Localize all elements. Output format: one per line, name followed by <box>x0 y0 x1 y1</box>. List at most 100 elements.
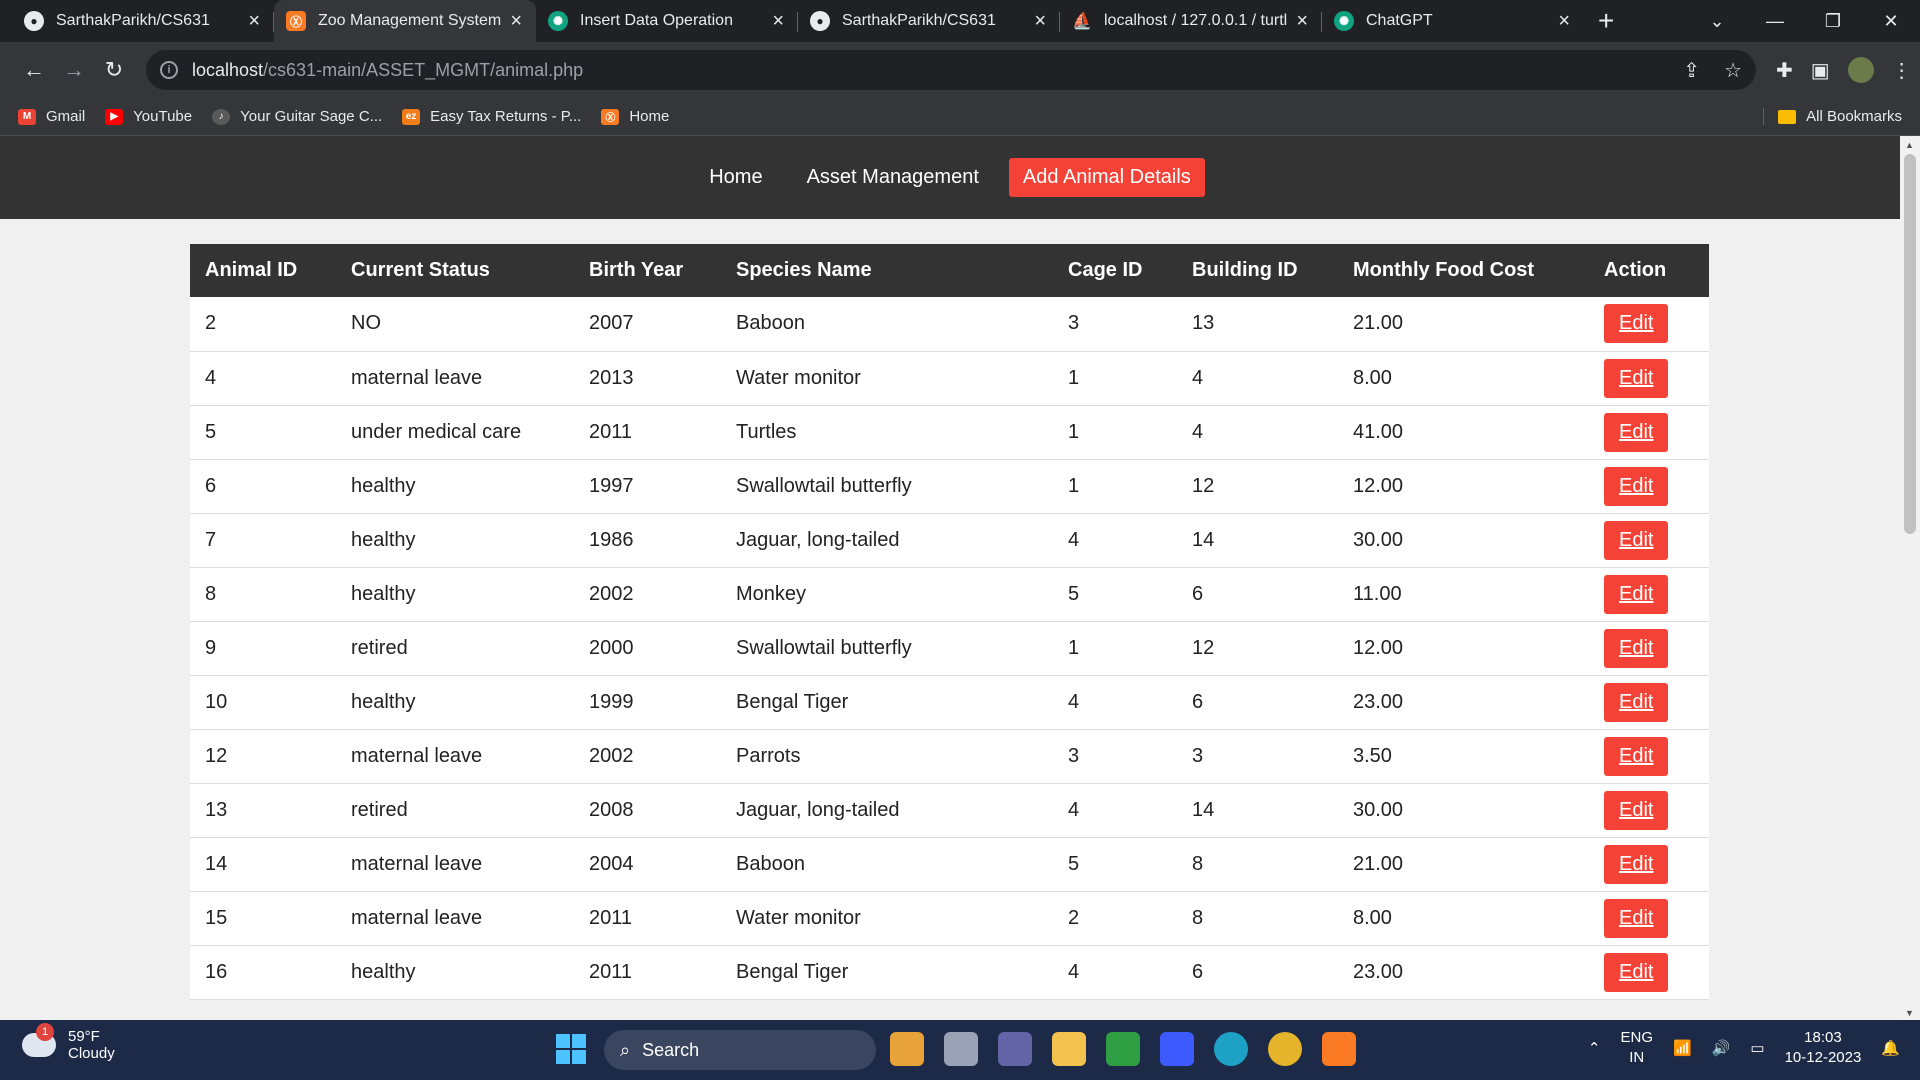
task-view-icon[interactable] <box>944 1032 978 1066</box>
restore-icon[interactable]: ❐ <box>1804 11 1862 32</box>
edit-button[interactable]: Edit <box>1604 898 1669 938</box>
column-header: Current Status <box>336 244 574 297</box>
scroll-up-icon[interactable]: ▲ <box>1905 140 1914 150</box>
clock-time: 18:03 <box>1804 1029 1842 1046</box>
page-scrollbar[interactable]: ▲ ▼ <box>1900 136 1920 1020</box>
browser-tab[interactable]: ● SarthakParikh/CS631 × <box>798 0 1060 42</box>
bookmark-home[interactable]: Ⓧ Home <box>601 108 669 125</box>
all-bookmarks[interactable]: All Bookmarks <box>1763 108 1902 125</box>
teams-chat-icon[interactable] <box>998 1032 1032 1066</box>
cell-building: 8 <box>1177 891 1338 946</box>
windows-start-icon[interactable] <box>556 1034 586 1064</box>
github-icon: ● <box>24 11 44 31</box>
cell-status: under medical care <box>336 405 574 460</box>
tray-chevron-icon[interactable]: ⌃ <box>1588 1039 1601 1057</box>
side-panel-icon[interactable]: ▣ <box>1811 58 1830 83</box>
tab-search-icon[interactable]: ⌄ <box>1688 11 1746 32</box>
cell-species: Water monitor <box>721 351 1053 406</box>
minimize-icon[interactable]: — <box>1746 11 1804 32</box>
profile-avatar[interactable] <box>1847 57 1874 83</box>
edit-button[interactable]: Edit <box>1604 304 1669 344</box>
site-navbar: Home Asset Management Add Animal Details <box>0 136 1900 219</box>
edit-button[interactable]: Edit <box>1604 466 1669 506</box>
edit-button[interactable]: Edit <box>1604 412 1669 452</box>
share-icon[interactable]: ⇪ <box>1683 58 1700 83</box>
edit-button[interactable]: Edit <box>1604 682 1669 722</box>
taskbar-search[interactable]: ⌕ Search <box>604 1030 876 1070</box>
browser-tab[interactable]: ✺ ChatGPT × <box>1322 0 1584 42</box>
language-indicator[interactable]: ENG IN <box>1621 1028 1654 1068</box>
browser-tab[interactable]: ● SarthakParikh/CS631 × <box>12 0 274 42</box>
reload-icon[interactable]: ↻ <box>94 50 134 90</box>
nav-asset-management-link[interactable]: Asset Management <box>793 158 993 197</box>
cell-cost: 23.00 <box>1338 675 1589 730</box>
scroll-down-icon[interactable]: ▼ <box>1905 1008 1914 1018</box>
edge-icon[interactable] <box>1214 1032 1248 1066</box>
edit-button[interactable]: Edit <box>1604 520 1669 560</box>
cell-year: 2011 <box>574 945 721 1000</box>
cell-species: Bengal Tiger <box>721 945 1053 1000</box>
bookmark-guitar-sage[interactable]: ♪ Your Guitar Sage C... <box>212 108 382 125</box>
browser-tab[interactable]: ✺ Insert Data Operation × <box>536 0 798 42</box>
extensions-icon[interactable]: ✚ <box>1776 58 1793 83</box>
edit-button[interactable]: Edit <box>1604 790 1669 830</box>
bookmark-easy-tax[interactable]: ez Easy Tax Returns - P... <box>402 108 581 125</box>
notification-bell-icon[interactable]: 🔔 <box>1881 1039 1900 1057</box>
chrome-icon[interactable] <box>1268 1032 1302 1066</box>
browser-tab-active[interactable]: Ⓧ Zoo Management System × <box>274 0 536 42</box>
close-window-icon[interactable]: ✕ <box>1862 11 1920 32</box>
close-tab-icon[interactable]: × <box>1558 10 1570 33</box>
wifi-icon[interactable]: 📶 <box>1673 1039 1692 1057</box>
bookmark-youtube[interactable]: ▶ YouTube <box>105 108 192 125</box>
cell-id: 6 <box>190 459 336 514</box>
cell-cost: 3.50 <box>1338 729 1589 784</box>
system-tray: ⌃ ENG IN 📶 🔊 ▭ 18:03 10-12-2023 🔔 <box>1588 1028 1900 1068</box>
widgets-icon[interactable] <box>890 1032 924 1066</box>
table-row: 15 maternal leave 2011 Water monitor 2 8 8.00 E… <box>190 891 1709 946</box>
table-row: 6 healthy 1997 Swallowtail butterfly 1 12 12.0… <box>190 459 1709 514</box>
cell-id: 4 <box>190 351 336 406</box>
address-bar[interactable]: i localhost /cs631-main/ASSET_MGMT/anima… <box>146 50 1756 90</box>
browser-tab[interactable]: ⛵ localhost / 127.0.0.1 / turtl × <box>1060 0 1322 42</box>
forward-icon[interactable]: → <box>54 50 94 90</box>
stock-app-icon[interactable] <box>1106 1032 1140 1066</box>
cell-id: 2 <box>190 297 336 352</box>
lang-code: ENG <box>1620 1029 1654 1046</box>
table-row: 13 retired 2008 Jaguar, long-tailed 4 14 30.00… <box>190 783 1709 838</box>
edit-button[interactable]: Edit <box>1604 358 1669 398</box>
edit-button[interactable]: Edit <box>1604 952 1669 992</box>
file-explorer-icon[interactable] <box>1052 1032 1086 1066</box>
edit-button[interactable]: Edit <box>1604 628 1669 668</box>
cell-action: Edit <box>1589 891 1709 946</box>
xampp-icon[interactable] <box>1322 1032 1356 1066</box>
battery-icon[interactable]: ▭ <box>1750 1039 1764 1057</box>
menu-icon[interactable]: ⋮ <box>1892 58 1912 83</box>
column-header: Birth Year <box>574 244 721 297</box>
tab-title: ChatGPT <box>1366 12 1433 29</box>
site-info-icon[interactable]: i <box>160 61 178 79</box>
volume-icon[interactable]: 🔊 <box>1712 1039 1731 1057</box>
edit-button[interactable]: Edit <box>1604 736 1669 776</box>
back-icon[interactable]: ← <box>14 50 54 90</box>
close-tab-icon[interactable]: × <box>248 10 260 33</box>
new-tab-icon[interactable]: + <box>1598 5 1614 37</box>
cell-building: 3 <box>1177 729 1338 784</box>
nav-add-animal-link[interactable]: Add Animal Details <box>1008 158 1205 197</box>
cell-action: Edit <box>1589 837 1709 892</box>
weather-widget[interactable]: 1 59°F Cloudy <box>22 1023 115 1062</box>
close-tab-icon[interactable]: × <box>772 10 784 33</box>
edit-button[interactable]: Edit <box>1604 844 1669 884</box>
close-tab-icon[interactable]: × <box>1034 10 1046 33</box>
clock[interactable]: 18:03 10-12-2023 <box>1785 1028 1862 1068</box>
edit-button[interactable]: Edit <box>1604 574 1669 614</box>
close-tab-icon[interactable]: × <box>510 10 522 33</box>
vpn-app-icon[interactable] <box>1160 1032 1194 1066</box>
chatgpt-icon: ✺ <box>1334 11 1354 31</box>
table-row: 2 NO 2007 Baboon 3 13 21.00 Edit <box>190 297 1709 352</box>
nav-home-link[interactable]: Home <box>695 158 776 197</box>
scrollbar-thumb[interactable] <box>1904 154 1916 534</box>
cell-year: 2008 <box>574 783 721 838</box>
bookmark-gmail[interactable]: M Gmail <box>18 108 85 125</box>
close-tab-icon[interactable]: × <box>1296 10 1308 33</box>
bookmark-star-icon[interactable]: ☆ <box>1724 58 1742 83</box>
